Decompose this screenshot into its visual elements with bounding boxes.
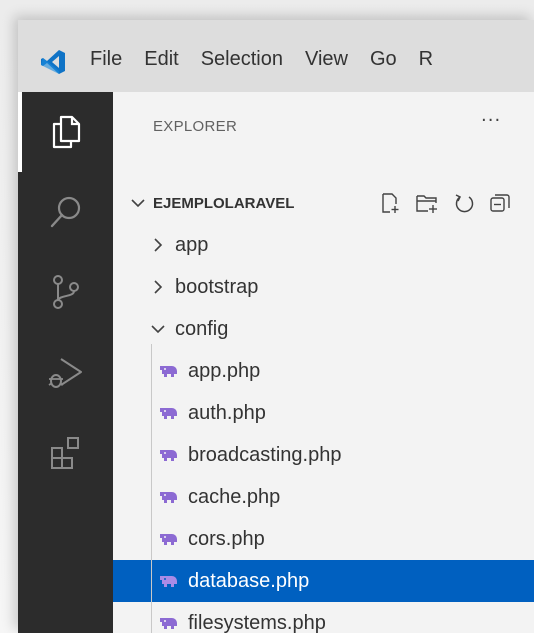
- explorer-sidebar: EXPLORER ··· EJEMPLOLARAVEL app bootstra…: [113, 92, 534, 633]
- extensions-activity-button[interactable]: [18, 412, 113, 492]
- collapse-all-icon[interactable]: [489, 192, 511, 214]
- files-icon: [52, 115, 80, 149]
- tree-file-cache-php[interactable]: cache.php: [113, 476, 534, 518]
- tree-folder-app[interactable]: app: [113, 224, 534, 266]
- chevron-down-icon: [131, 199, 145, 208]
- file-name: cache.php: [188, 485, 281, 508]
- file-name: app.php: [188, 359, 261, 382]
- menu-file[interactable]: File: [90, 48, 122, 71]
- explorer-title: EXPLORER: [153, 118, 238, 135]
- file-name: auth.php: [188, 401, 266, 424]
- tree-file-database-php[interactable]: database.php: [113, 560, 534, 602]
- search-icon: [50, 196, 80, 228]
- run-debug-activity-button[interactable]: [18, 332, 113, 412]
- file-name: cors.php: [188, 527, 265, 550]
- workspace-root-name: EJEMPLOLARAVEL: [153, 194, 295, 212]
- indent-guide: [151, 344, 152, 633]
- menu-go[interactable]: Go: [370, 48, 397, 71]
- php-elephant-icon: [160, 366, 177, 377]
- file-name: database.php: [188, 569, 310, 592]
- explorer-activity-button[interactable]: [18, 92, 113, 172]
- php-elephant-icon: [160, 408, 177, 419]
- tree-file-app-php[interactable]: app.php: [113, 350, 534, 392]
- active-indicator: [18, 92, 22, 172]
- tree-file-broadcasting-php[interactable]: broadcasting.php: [113, 434, 534, 476]
- chevron-right-icon: [154, 280, 163, 294]
- chevron-down-icon: [151, 325, 165, 334]
- tree-file-auth-php[interactable]: auth.php: [113, 392, 534, 434]
- extensions-icon: [50, 437, 79, 469]
- menu-run[interactable]: R: [419, 48, 433, 71]
- vscode-window: File Edit Selection View Go R EXPLORER ·…: [18, 20, 534, 633]
- source-control-icon: [52, 275, 79, 309]
- folder-name: bootstrap: [175, 275, 259, 298]
- file-name: filesystems.php: [188, 611, 326, 633]
- chevron-right-icon: [154, 238, 163, 252]
- menu-bar: File Edit Selection View Go R: [90, 20, 455, 92]
- folder-name: app: [175, 233, 209, 256]
- tree-folder-config[interactable]: config: [113, 308, 534, 350]
- new-file-icon[interactable]: [379, 192, 401, 214]
- menu-view[interactable]: View: [305, 48, 348, 71]
- vscode-logo-icon: [41, 50, 65, 74]
- file-name: broadcasting.php: [188, 443, 342, 466]
- menu-selection[interactable]: Selection: [201, 48, 283, 71]
- php-elephant-icon: [160, 576, 177, 587]
- explorer-toolbar: [379, 182, 511, 224]
- php-elephant-icon: [160, 534, 177, 545]
- more-actions-button[interactable]: ···: [481, 110, 501, 131]
- activity-bar: [18, 92, 113, 633]
- php-elephant-icon: [160, 450, 177, 461]
- source-control-activity-button[interactable]: [18, 252, 113, 332]
- new-folder-icon[interactable]: [415, 192, 439, 214]
- workspace-root-header[interactable]: EJEMPLOLARAVEL: [113, 182, 534, 224]
- tree-file-cors-php[interactable]: cors.php: [113, 518, 534, 560]
- title-bar: File Edit Selection View Go R: [18, 20, 534, 92]
- tree-file-filesystems-php[interactable]: filesystems.php: [113, 602, 534, 633]
- menu-edit[interactable]: Edit: [144, 48, 178, 71]
- refresh-icon[interactable]: [453, 192, 475, 214]
- folder-name: config: [175, 317, 229, 340]
- php-elephant-icon: [160, 618, 177, 629]
- php-elephant-icon: [160, 492, 177, 503]
- run-debug-icon: [48, 358, 82, 388]
- tree-folder-bootstrap[interactable]: bootstrap: [113, 266, 534, 308]
- search-activity-button[interactable]: [18, 172, 113, 252]
